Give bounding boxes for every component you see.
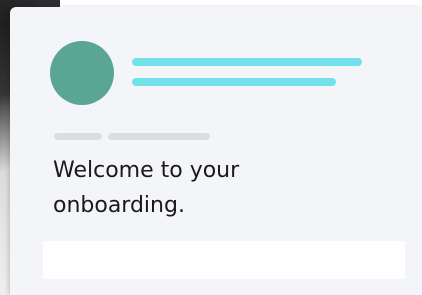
- skeleton-tag-long: [108, 133, 210, 140]
- onboarding-card: Welcome to your onboarding.: [10, 7, 422, 295]
- welcome-message: Welcome to your onboarding.: [53, 158, 240, 218]
- subtitle-placeholder-line: [132, 78, 336, 86]
- avatar: [50, 41, 114, 105]
- input-field[interactable]: [43, 241, 405, 279]
- skeleton-tag-short: [54, 133, 102, 140]
- name-placeholder-line: [132, 58, 362, 66]
